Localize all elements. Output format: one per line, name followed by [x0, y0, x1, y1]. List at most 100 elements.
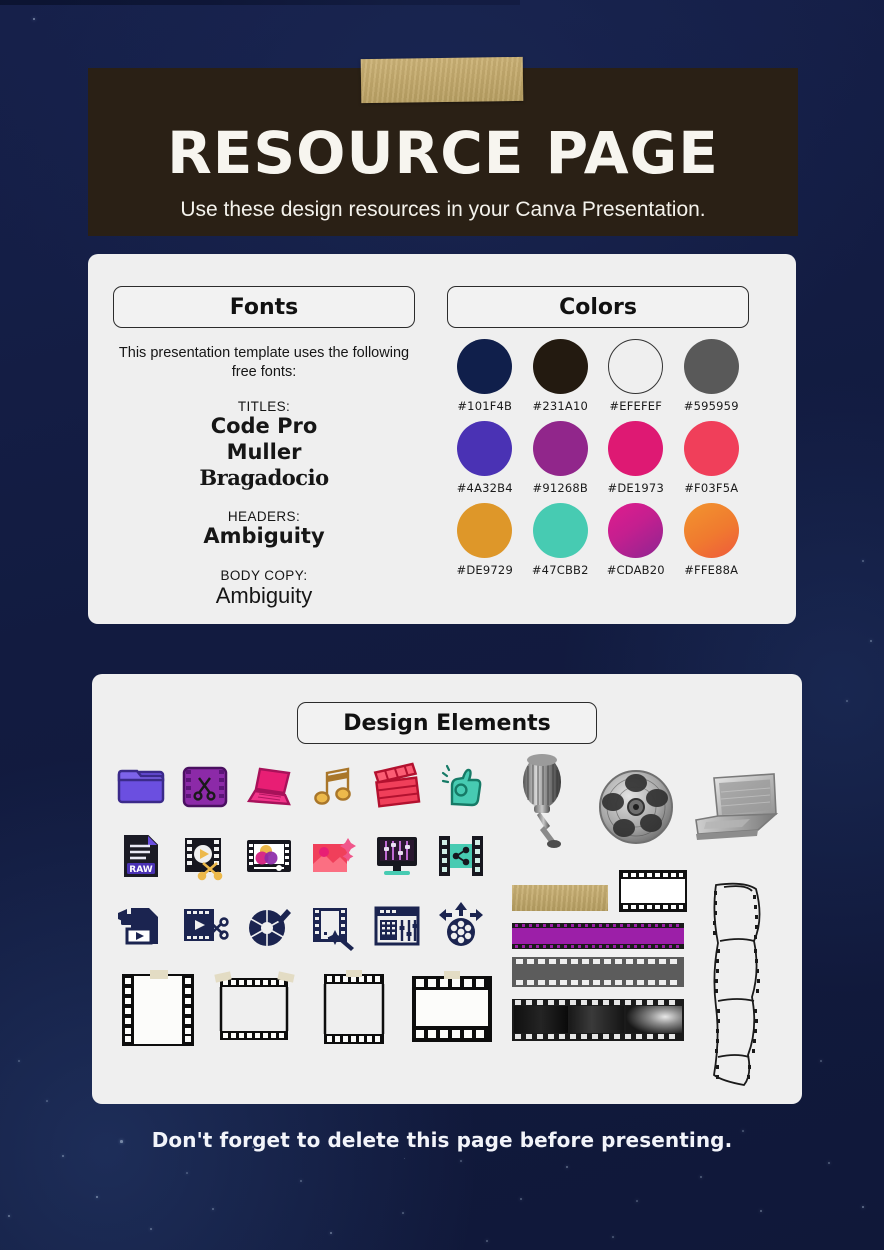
color-swatch-cell: #595959: [683, 339, 739, 413]
purple-film-strip[interactable]: [512, 923, 684, 949]
tape-strip[interactable]: [512, 885, 608, 911]
color-swatch-cell: #FFE88A: [683, 503, 739, 577]
video-file-icon[interactable]: [114, 900, 168, 952]
color-swatch-cell: #CDAB20: [607, 503, 665, 577]
color-swatch[interactable]: [457, 339, 513, 394]
star: [186, 1172, 188, 1174]
star: [8, 1215, 10, 1217]
star: [700, 1176, 702, 1178]
color-swatch-cell: #101F4B: [457, 339, 513, 413]
film-play-scissors-icon[interactable]: [178, 830, 232, 882]
color-swatch[interactable]: [683, 421, 739, 476]
star: [150, 1228, 152, 1230]
color-swatch[interactable]: [457, 503, 513, 558]
color-swatch-label: #F03F5A: [684, 481, 739, 495]
photo-film-strip[interactable]: [512, 999, 684, 1041]
star: [402, 1212, 404, 1214]
color-swatch-label: #FFE88A: [684, 563, 739, 577]
star: [62, 1155, 64, 1157]
color-swatch-cell: #91268B: [532, 421, 588, 495]
icon-row: [114, 900, 514, 952]
video-player-icon[interactable]: [242, 830, 296, 882]
color-swatch[interactable]: [608, 339, 664, 394]
film-share-icon[interactable]: [434, 830, 488, 882]
gray-film-strip[interactable]: [512, 957, 684, 987]
color-swatch-cell: #231A10: [533, 339, 589, 413]
resources-card: Fonts This presentation template uses th…: [88, 254, 796, 624]
monitor-equalizer-icon[interactable]: [370, 830, 424, 882]
star: [846, 700, 848, 702]
film-frame-narrow[interactable]: [310, 970, 398, 1048]
color-swatch[interactable]: [608, 421, 664, 476]
color-swatch-cell: #DE1973: [608, 421, 664, 495]
color-swatch-label: #EFEFEF: [609, 399, 663, 413]
film-frame-outline[interactable]: [618, 869, 688, 913]
font-group-body: BODY COPY: Ambiguity: [113, 568, 415, 610]
color-swatch-label: #91268B: [532, 481, 588, 495]
color-swatch-cell: #F03F5A: [683, 421, 739, 495]
star: [460, 1160, 462, 1162]
color-swatch-label: #101F4B: [457, 399, 513, 413]
film-reel-arrows-icon[interactable]: [434, 900, 488, 952]
film-frame-tall[interactable]: [114, 970, 202, 1048]
film-cut-icon[interactable]: [178, 900, 232, 952]
color-swatch[interactable]: [683, 339, 739, 394]
color-swatch-label: #CDAB20: [606, 563, 665, 577]
folder-icon[interactable]: [114, 760, 168, 812]
color-swatch[interactable]: [608, 503, 664, 558]
film-reel-photo[interactable]: [598, 766, 674, 853]
color-swatch[interactable]: [532, 421, 588, 476]
masking-tape-icon: [360, 56, 524, 104]
star: [862, 560, 864, 562]
color-swatch[interactable]: [457, 421, 513, 476]
color-swatch-label: #DE9729: [456, 563, 513, 577]
font-name: Code Pro: [210, 414, 318, 439]
wavy-film-strip[interactable]: [704, 879, 766, 1089]
color-swatch-cell: #DE9729: [457, 503, 513, 577]
film-frame-taped[interactable]: [212, 970, 300, 1048]
film-frame-wide[interactable]: [408, 970, 496, 1048]
color-swatch-grid: #101F4B #231A10 #EFEFEF #595959 #4A32B4 #9126…: [447, 339, 749, 577]
vintage-microphone-photo[interactable]: [512, 752, 584, 853]
svg-text:RAW: RAW: [129, 865, 152, 875]
photo-row: [512, 752, 782, 853]
font-group-label: TITLES:: [237, 399, 291, 415]
design-elements-card: Design Elements RAW: [92, 674, 802, 1104]
star: [212, 1208, 214, 1210]
star: [18, 1060, 20, 1062]
font-name: Muller: [226, 439, 302, 464]
ok-hand-icon[interactable]: [434, 760, 488, 812]
film-magic-wand-icon[interactable]: [306, 900, 360, 952]
laptop-photo[interactable]: [688, 772, 780, 853]
color-swatch[interactable]: [532, 339, 588, 394]
star: [828, 1162, 830, 1164]
icon-row: [114, 760, 514, 812]
color-swatch[interactable]: [683, 503, 739, 558]
star: [612, 1236, 614, 1238]
font-name: Ambiguity: [215, 582, 313, 608]
font-group-label: HEADERS:: [227, 508, 301, 524]
colors-section-header: Colors: [447, 286, 749, 328]
font-group-headers: HEADERS: Ambiguity: [113, 509, 415, 550]
top-edge-strip: [0, 0, 520, 5]
photo-assets: [512, 752, 782, 1089]
raw-file-icon[interactable]: RAW: [114, 830, 168, 882]
image-sparkle-icon[interactable]: [306, 830, 360, 882]
laptop-icon[interactable]: [242, 760, 296, 812]
star: [486, 1240, 488, 1242]
color-swatch-cell: #EFEFEF: [608, 339, 664, 413]
color-swatch-label: #47CBB2: [531, 563, 589, 577]
music-note-icon[interactable]: [306, 760, 360, 812]
color-swatch[interactable]: [532, 503, 588, 558]
film-scissors-icon[interactable]: [178, 760, 232, 812]
mixer-panel-icon[interactable]: [370, 900, 424, 952]
color-swatch-cell: #4A32B4: [457, 421, 513, 495]
star: [46, 1100, 48, 1102]
fonts-intro-text: This presentation template uses the foll…: [118, 345, 410, 380]
camera-shutter-icon[interactable]: [242, 900, 296, 952]
star: [520, 1198, 522, 1200]
color-swatch-cell: #47CBB2: [532, 503, 589, 577]
fonts-section-header: Fonts: [113, 286, 415, 328]
clapperboard-icon[interactable]: [370, 760, 424, 812]
strip-row: [512, 869, 782, 1089]
